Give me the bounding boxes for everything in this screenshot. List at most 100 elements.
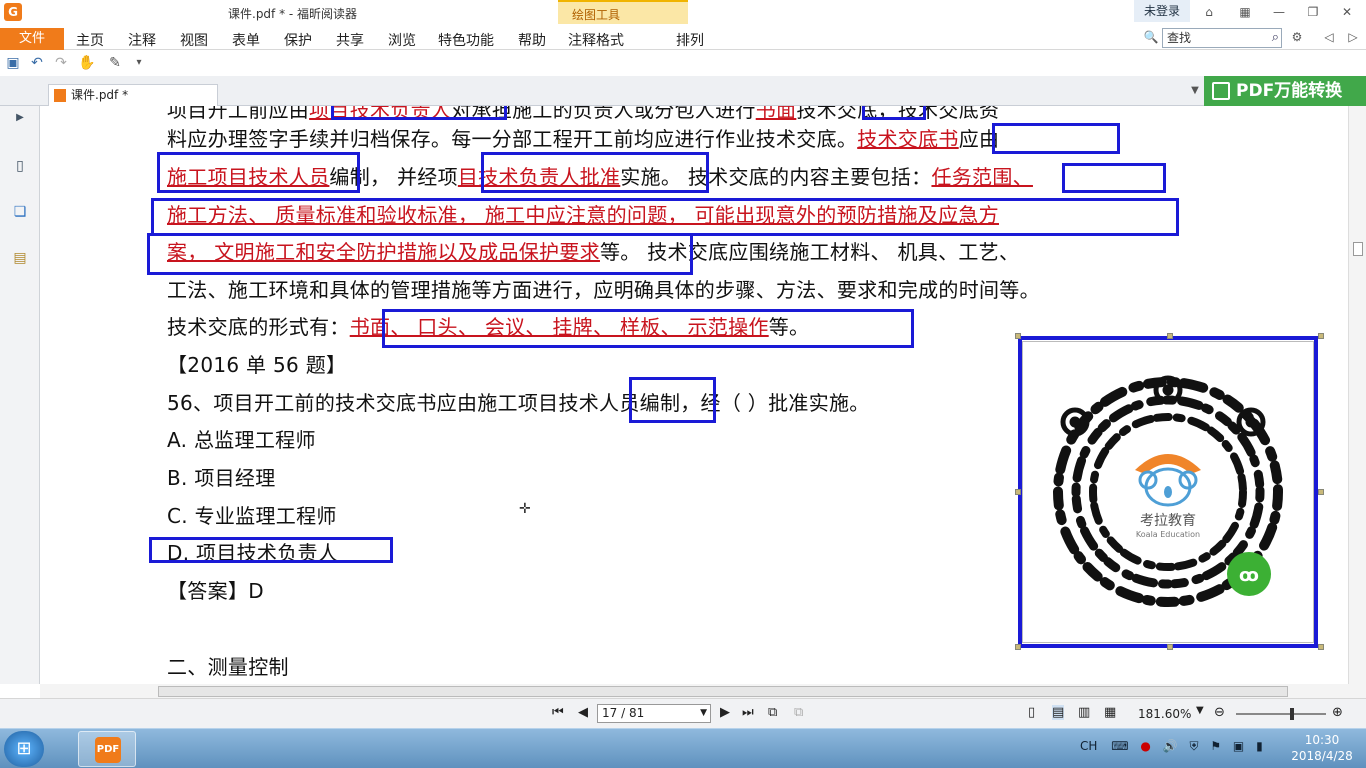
annotation-box[interactable] <box>992 123 1120 154</box>
prev-page-icon[interactable]: ◀ <box>578 705 588 720</box>
security-icon[interactable]: ● <box>1140 739 1150 753</box>
annotation-box[interactable] <box>331 106 507 120</box>
resize-handle[interactable] <box>1318 333 1324 339</box>
menu-file[interactable]: 文件 <box>0 28 64 50</box>
ime-indicator[interactable]: CH <box>1080 739 1097 753</box>
menu-arrange[interactable]: 排列 <box>676 30 704 50</box>
resize-handle[interactable] <box>1015 489 1021 495</box>
menu-protect[interactable]: 保护 <box>284 30 312 50</box>
device-icon[interactable]: ▣ <box>1233 739 1244 753</box>
continuous-facing-icon[interactable]: ▦ <box>1104 705 1116 720</box>
expand-panel-icon[interactable]: ▶ <box>10 112 30 134</box>
menu-features[interactable]: 特色功能 <box>438 30 494 50</box>
annotation-box[interactable] <box>382 309 914 348</box>
annotation-box[interactable] <box>147 233 693 275</box>
flag-icon[interactable]: ⚑ <box>1210 739 1221 753</box>
menu-help[interactable]: 帮助 <box>518 30 546 50</box>
network-icon[interactable]: ▮ <box>1256 739 1263 753</box>
vertical-scrollbar[interactable] <box>1348 106 1366 684</box>
restore-icon[interactable]: ❐ <box>1304 3 1322 21</box>
zoom-dropdown-icon[interactable]: ▼ <box>1196 705 1204 716</box>
annotation-box[interactable] <box>149 537 393 563</box>
resize-handle[interactable] <box>1015 644 1021 650</box>
keyboard-icon[interactable]: ⌨ <box>1111 739 1128 753</box>
hand-tool-icon[interactable]: ✋ <box>78 54 96 72</box>
menu-view[interactable]: 视图 <box>180 30 208 50</box>
annotation-box[interactable] <box>481 152 709 193</box>
undo-icon[interactable]: ↶ <box>28 54 46 72</box>
first-page-icon[interactable]: ⏮ <box>552 705 564 720</box>
horizontal-scroll-thumb[interactable] <box>158 686 1288 697</box>
resize-handle[interactable] <box>1318 489 1324 495</box>
context-tab-drawing-tools[interactable]: 绘图工具 <box>572 6 620 23</box>
zoom-slider[interactable] <box>1236 708 1326 720</box>
facing-page-icon[interactable]: ▥ <box>1078 705 1090 720</box>
zoom-in-icon[interactable]: ⊕ <box>1332 705 1343 720</box>
qr-frame: 考拉教育 Koala Education ꝏ <box>1022 341 1314 643</box>
tab-list-dropdown-icon[interactable]: ▼ <box>1186 82 1204 100</box>
tab-document[interactable]: 课件.pdf * <box>48 84 218 106</box>
hand-search-icon[interactable]: 🔍 <box>1142 28 1160 46</box>
customize-dropdown-icon[interactable]: ▾ <box>130 54 148 72</box>
resize-handle[interactable] <box>1167 644 1173 650</box>
grid-icon[interactable]: ▦ <box>1236 3 1254 21</box>
search-placeholder: 查找 <box>1167 31 1192 45</box>
system-tray[interactable]: CH ⌨ ● 🔊 ⛨ ⚑ ▣ ▮ <box>1080 739 1263 754</box>
comments-icon[interactable]: ▤ <box>10 250 30 272</box>
back-icon[interactable]: ◁ <box>1320 28 1338 46</box>
login-button[interactable]: 未登录 <box>1134 0 1190 22</box>
volume-icon[interactable]: 🔊 <box>1163 739 1178 753</box>
zoom-level[interactable]: 181.60% <box>1138 707 1191 721</box>
menu-annotation-format[interactable]: 注释格式 <box>568 30 624 50</box>
qr-brand-en: Koala Education <box>1136 530 1200 539</box>
annotation-box[interactable] <box>629 377 716 423</box>
menu-share[interactable]: 共享 <box>336 30 364 50</box>
search-icon[interactable]: ⌕ <box>1272 29 1279 47</box>
last-page-icon[interactable]: ⏭ <box>742 705 754 720</box>
svg-text:ꝏ: ꝏ <box>1239 565 1259 586</box>
horizontal-scrollbar[interactable] <box>40 684 1366 698</box>
resize-handle[interactable] <box>1167 333 1173 339</box>
save-icon[interactable]: ▣ <box>4 54 22 72</box>
app-logo-icon[interactable]: G <box>4 3 22 21</box>
annotation-box[interactable] <box>862 106 926 120</box>
next-view-icon[interactable]: ⧉ <box>794 705 803 720</box>
pen-tool-icon[interactable]: ✎ <box>106 54 124 72</box>
menu-form[interactable]: 表单 <box>232 30 260 50</box>
search-input[interactable]: 查找 ⌕ <box>1162 28 1282 48</box>
menu-comment[interactable]: 注释 <box>128 30 156 50</box>
layers-icon[interactable]: ❏ <box>10 204 30 226</box>
annotation-box[interactable] <box>1062 163 1166 193</box>
clock-date: 2018/4/28 <box>1291 749 1353 763</box>
menu-browse[interactable]: 浏览 <box>388 30 416 50</box>
shield-icon[interactable]: ⛨ <box>1189 739 1198 753</box>
qr-code-graphic: 考拉教育 Koala Education ꝏ <box>1053 375 1283 607</box>
next-page-icon[interactable]: ▶ <box>720 705 730 720</box>
start-button[interactable]: ⊞ <box>4 731 44 767</box>
minimize-icon[interactable]: — <box>1270 3 1288 21</box>
zoom-out-icon[interactable]: ⊖ <box>1214 705 1225 720</box>
qr-code-image[interactable]: 考拉教育 Koala Education ꝏ <box>1018 336 1318 648</box>
page-number-input[interactable]: 17 / 81 ▼ <box>597 704 711 723</box>
pdf-convert-banner[interactable]: PDF万能转换 <box>1204 76 1366 106</box>
continuous-page-icon[interactable]: ▤ <box>1052 705 1065 720</box>
single-page-icon[interactable]: ▯ <box>1028 705 1035 720</box>
system-clock[interactable]: 10:30 2018/4/28 <box>1290 732 1354 764</box>
page-thumbnail-icon[interactable]: ▯ <box>10 158 30 180</box>
page-dropdown-icon[interactable]: ▼ <box>700 705 707 722</box>
redo-icon[interactable]: ↷ <box>52 54 70 72</box>
annotation-box[interactable] <box>151 198 1179 236</box>
qr-brand-name: 考拉教育 <box>1140 513 1196 529</box>
settings-icon[interactable]: ⚙ <box>1288 28 1306 46</box>
prev-view-icon[interactable]: ⧉ <box>768 705 777 720</box>
zoom-slider-knob[interactable] <box>1290 708 1294 720</box>
menu-home[interactable]: 主页 <box>76 30 104 50</box>
annotation-box[interactable] <box>157 152 360 193</box>
close-icon[interactable]: ✕ <box>1338 3 1356 21</box>
vertical-scroll-thumb[interactable] <box>1353 242 1363 256</box>
shirt-icon[interactable]: ⌂ <box>1200 3 1218 21</box>
resize-handle[interactable] <box>1318 644 1324 650</box>
taskbar-foxit-reader[interactable]: PDF <box>78 731 136 767</box>
forward-icon[interactable]: ▷ <box>1344 28 1362 46</box>
resize-handle[interactable] <box>1015 333 1021 339</box>
